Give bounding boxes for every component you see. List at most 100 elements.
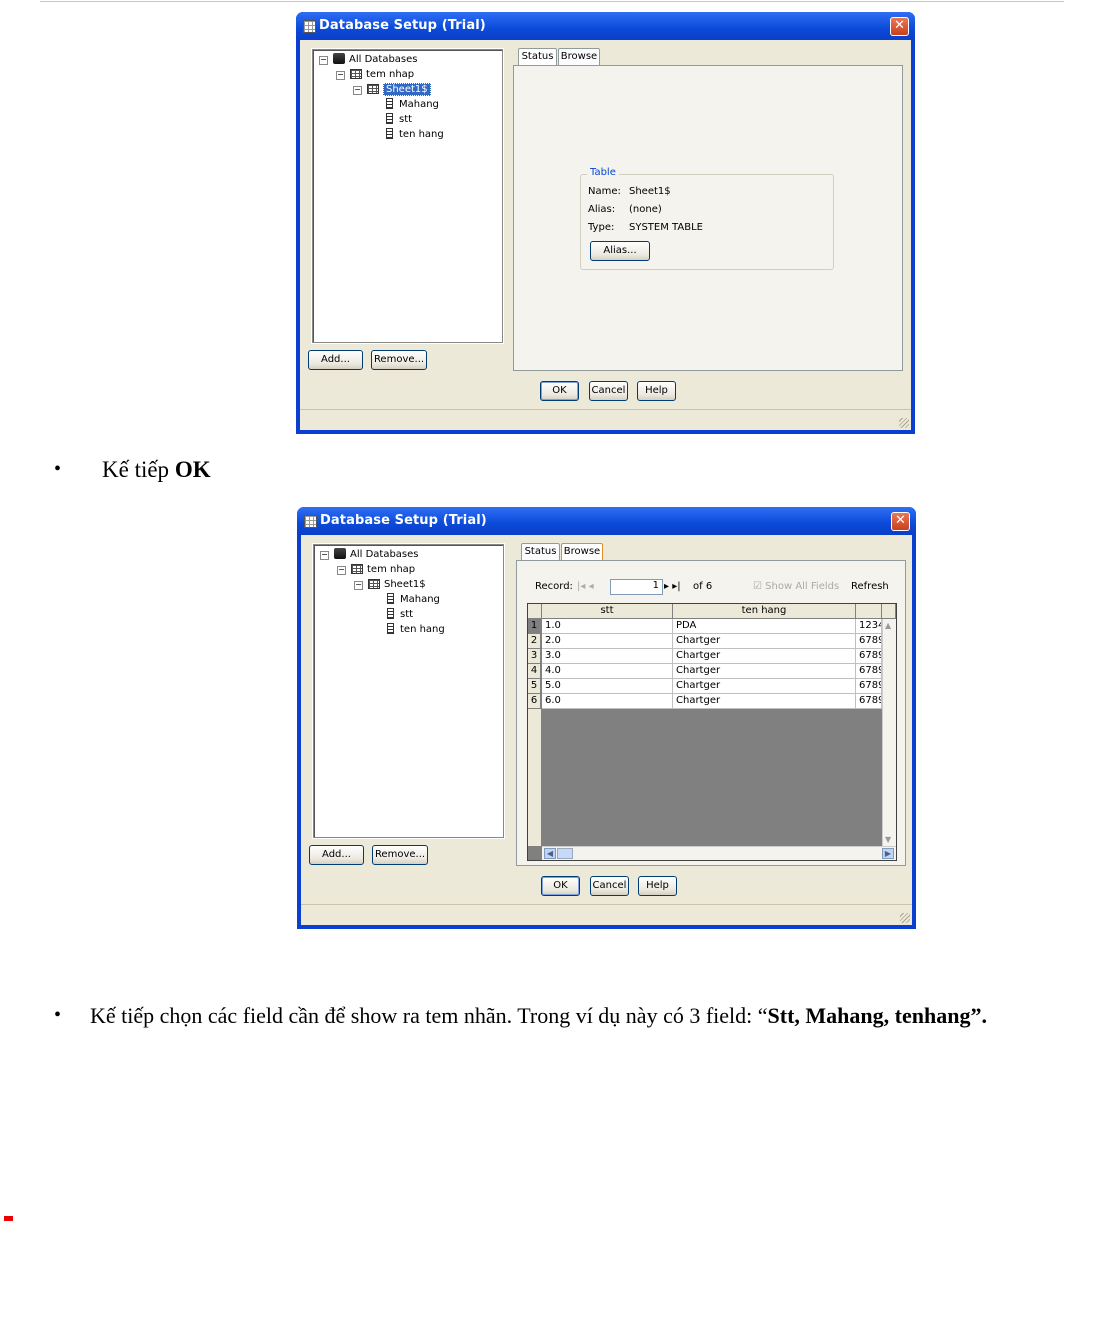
scroll-right-icon[interactable]: ▶	[882, 848, 894, 859]
collapse-icon[interactable]: −	[354, 581, 363, 590]
show-all-fields-checkbox[interactable]: ☑ Show All Fields	[753, 581, 839, 592]
horizontal-scrollbar[interactable]: ◀ ▶	[542, 846, 896, 860]
databases-icon	[334, 548, 346, 559]
first-record-icon[interactable]: |◂ ◂	[577, 581, 594, 592]
row-number: 2	[528, 634, 541, 649]
cell-stt[interactable]: 5.0	[542, 679, 673, 694]
scroll-up-icon[interactable]: ▲	[885, 621, 891, 630]
remove-button[interactable]: Remove...	[372, 845, 428, 865]
help-button[interactable]: Help	[638, 876, 677, 896]
cancel-button[interactable]: Cancel	[589, 381, 628, 401]
alias-button[interactable]: Alias...	[590, 241, 650, 261]
cell-mahang[interactable]: 6789	[856, 664, 882, 679]
collapse-icon[interactable]: −	[319, 56, 328, 65]
cell-ten-hang[interactable]: Chartger	[673, 664, 856, 679]
databases-icon	[333, 53, 345, 64]
tree-node-table[interactable]: Sheet1$	[367, 83, 431, 96]
group-legend: Table	[587, 167, 619, 178]
table-row[interactable]: 2 2.0 Chartger 6789	[528, 634, 882, 649]
scroll-down-icon[interactable]: ▼	[885, 835, 891, 844]
record-label: Record:	[535, 581, 573, 592]
help-button[interactable]: Help	[637, 381, 676, 401]
column-header-ten-hang[interactable]: ten hang	[673, 604, 856, 619]
collapse-icon[interactable]: −	[336, 71, 345, 80]
cancel-button[interactable]: Cancel	[590, 876, 629, 896]
instruction-select-fields: Kế tiếp chọn các field cần để show ra te…	[90, 1003, 987, 1028]
tree-node-table[interactable]: Sheet1$	[368, 578, 426, 591]
dialog-title: Database Setup (Trial)	[320, 513, 487, 528]
collapse-icon[interactable]: −	[320, 551, 329, 560]
tree-node-field[interactable]: ten hang	[386, 128, 444, 141]
tree-node-database[interactable]: tem nhap	[351, 563, 415, 576]
collapse-icon[interactable]: −	[337, 566, 346, 575]
tab-browse[interactable]: Browse	[558, 48, 600, 65]
table-group: Table Name: Sheet1$ Alias: (none) Type: …	[580, 167, 834, 270]
red-marker	[4, 1216, 13, 1221]
close-button[interactable]: ✕	[890, 17, 909, 36]
tree-node-all-databases[interactable]: All Databases	[334, 548, 419, 561]
table-row[interactable]: 3 3.0 Chartger 6789	[528, 649, 882, 664]
table-row[interactable]: 1 1.0 PDA 1234	[528, 619, 882, 634]
cell-mahang[interactable]: 6789	[856, 694, 882, 709]
resize-grip[interactable]	[900, 913, 910, 923]
scroll-thumb[interactable]	[557, 848, 573, 859]
data-grid[interactable]: stt ten hang 1 1.0 PDA 1234 2 2.0 Chartg…	[527, 603, 897, 861]
cell-ten-hang[interactable]: Chartger	[673, 694, 856, 709]
vertical-scrollbar[interactable]: ▲ ▼	[882, 619, 896, 846]
table-row[interactable]: 4 4.0 Chartger 6789	[528, 664, 882, 679]
tree-node-field[interactable]: stt	[387, 608, 413, 621]
table-row[interactable]: 5 5.0 Chartger 6789	[528, 679, 882, 694]
remove-button[interactable]: Remove...	[371, 350, 427, 370]
cell-mahang[interactable]: 6789	[856, 679, 882, 694]
cell-mahang[interactable]: 1234	[856, 619, 882, 634]
record-count: of 6	[693, 581, 713, 592]
tree-node-field[interactable]: stt	[386, 113, 412, 126]
add-button[interactable]: Add...	[308, 350, 363, 370]
database-setup-dialog-status: Database Setup (Trial) ✕ − All Databases…	[296, 12, 915, 434]
database-tree[interactable]: − All Databases − tem nhap − Sheet1$ Mah…	[313, 544, 504, 838]
cell-ten-hang[interactable]: Chartger	[673, 679, 856, 694]
database-tree[interactable]: − All Databases − tem nhap − Sheet1$ Mah…	[312, 49, 503, 343]
cell-ten-hang[interactable]: PDA	[673, 619, 856, 634]
tab-status[interactable]: Status	[518, 48, 557, 65]
tree-node-field[interactable]: Mahang	[387, 593, 440, 606]
tree-node-field[interactable]: Mahang	[386, 98, 439, 111]
cell-stt[interactable]: 1.0	[542, 619, 673, 634]
tab-browse[interactable]: Browse	[561, 543, 603, 560]
field-icon	[386, 113, 393, 124]
cell-ten-hang[interactable]: Chartger	[673, 649, 856, 664]
column-header-stt[interactable]: stt	[542, 604, 673, 619]
row-number: 3	[528, 649, 541, 664]
dialog-title: Database Setup (Trial)	[319, 18, 486, 33]
collapse-icon[interactable]: −	[353, 86, 362, 95]
refresh-button[interactable]: Refresh	[851, 581, 889, 592]
ok-button[interactable]: OK	[540, 381, 579, 401]
tree-node-field[interactable]: ten hang	[387, 623, 445, 636]
cell-ten-hang[interactable]: Chartger	[673, 634, 856, 649]
type-value: SYSTEM TABLE	[629, 222, 703, 233]
cell-stt[interactable]: 3.0	[542, 649, 673, 664]
column-header-mahang[interactable]	[856, 604, 882, 619]
ok-button[interactable]: OK	[541, 876, 580, 896]
add-button[interactable]: Add...	[309, 845, 364, 865]
cell-stt[interactable]: 6.0	[542, 694, 673, 709]
alias-value: (none)	[629, 204, 662, 215]
cell-mahang[interactable]: 6789	[856, 649, 882, 664]
record-input[interactable]: 1	[610, 579, 663, 595]
next-record-icon[interactable]: ▸ ▸|	[664, 581, 681, 592]
cell-mahang[interactable]: 6789	[856, 634, 882, 649]
status-panel: Table Name: Sheet1$ Alias: (none) Type: …	[513, 65, 903, 371]
database-icon	[350, 69, 362, 79]
tree-node-all-databases[interactable]: All Databases	[333, 53, 418, 66]
close-button[interactable]: ✕	[891, 512, 910, 531]
tree-node-database[interactable]: tem nhap	[350, 68, 414, 81]
cell-stt[interactable]: 2.0	[542, 634, 673, 649]
tab-status[interactable]: Status	[521, 543, 560, 560]
field-icon	[386, 98, 393, 109]
type-label: Type:	[588, 222, 615, 233]
cell-stt[interactable]: 4.0	[542, 664, 673, 679]
table-row[interactable]: 6 6.0 Chartger 6789	[528, 694, 882, 709]
row-number: 1	[528, 619, 541, 634]
scroll-left-icon[interactable]: ◀	[544, 848, 556, 859]
resize-grip[interactable]	[899, 418, 909, 428]
